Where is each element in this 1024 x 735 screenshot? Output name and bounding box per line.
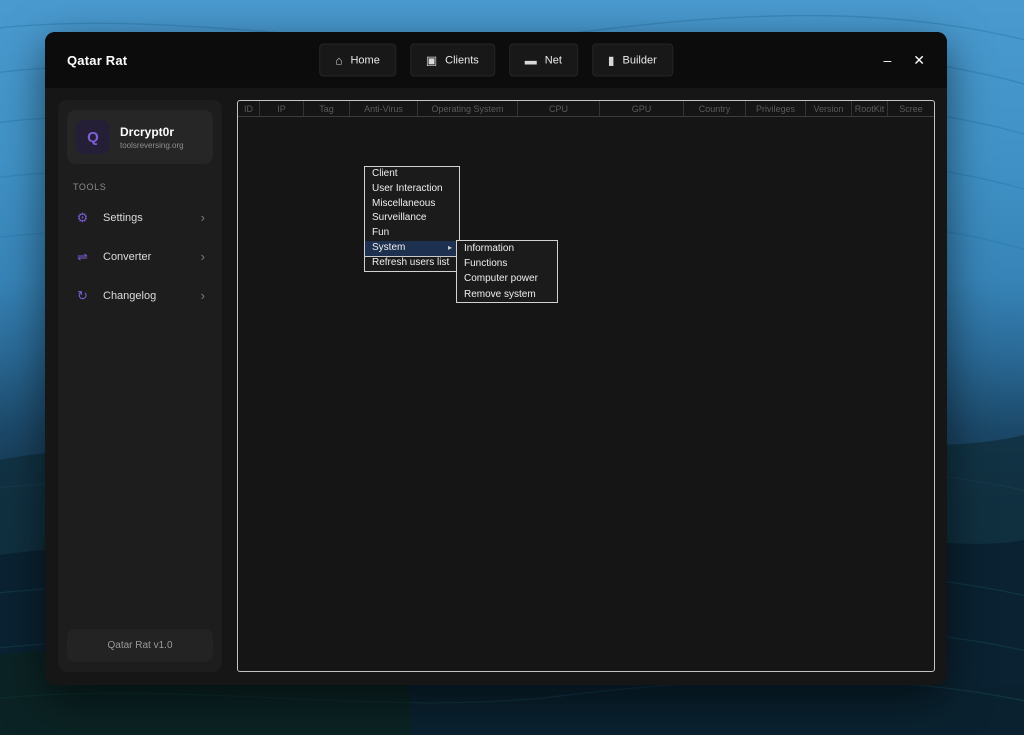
sidebar-item-label: Settings: [103, 212, 143, 224]
submenu-item-information[interactable]: Information: [457, 241, 557, 256]
clients-table: ID IP Tag Anti-Virus Operating System CP…: [237, 100, 935, 672]
avatar: Q: [76, 120, 110, 154]
close-button[interactable]: ✕: [913, 53, 925, 67]
column-header[interactable]: ID: [238, 101, 260, 116]
menu-item-fun[interactable]: Fun: [365, 226, 459, 241]
menu-item-label: Functions: [464, 256, 507, 271]
changelog-icon: ↻: [75, 289, 90, 302]
profile-subtitle: toolsreversing.org: [120, 141, 184, 150]
menu-item-user-interaction[interactable]: User Interaction: [365, 182, 459, 197]
menu-item-label: Refresh users list: [372, 256, 449, 271]
column-header[interactable]: GPU: [600, 101, 684, 116]
menu-item-label: Client: [372, 167, 398, 182]
column-header[interactable]: Anti-Virus: [350, 101, 418, 116]
table-header-row: ID IP Tag Anti-Virus Operating System CP…: [238, 101, 934, 117]
version-label: Qatar Rat v1.0: [67, 629, 213, 662]
menu-item-client[interactable]: Client: [365, 167, 459, 182]
menu-item-label: Miscellaneous: [372, 197, 435, 212]
menu-item-surveillance[interactable]: Surveillance: [365, 211, 459, 226]
sidebar-item-label: Changelog: [103, 290, 156, 302]
submenu-arrow-icon: ▸: [448, 241, 452, 256]
menu-item-label: Fun: [372, 226, 389, 241]
title-bar[interactable]: Qatar Rat ⌂ Home ▣ Clients ▬ Net ▮ Build…: [45, 32, 947, 88]
window-controls: – ✕: [883, 53, 925, 67]
menu-item-refresh-users[interactable]: Refresh users list: [365, 256, 459, 271]
submenu-item-computer-power[interactable]: Computer power: [457, 271, 557, 286]
column-header[interactable]: Tag: [304, 101, 350, 116]
system-submenu: Information Functions Computer power Rem…: [456, 240, 558, 303]
chevron-right-icon: ›: [201, 211, 205, 224]
top-nav: ⌂ Home ▣ Clients ▬ Net ▮ Builder: [319, 44, 673, 77]
menu-item-label: Information: [464, 241, 514, 256]
net-icon: ▬: [525, 54, 537, 66]
column-header[interactable]: IP: [260, 101, 304, 116]
builder-icon: ▮: [608, 54, 615, 66]
sidebar-item-settings[interactable]: ⚙ Settings ›: [67, 198, 213, 237]
column-header[interactable]: Country: [684, 101, 746, 116]
chevron-right-icon: ›: [201, 289, 205, 302]
menu-item-label: System: [372, 241, 405, 256]
profile-card[interactable]: Q Drcrypt0r toolsreversing.org: [67, 110, 213, 164]
menu-item-label: User Interaction: [372, 182, 443, 197]
nav-builder-button[interactable]: ▮ Builder: [592, 44, 673, 77]
menu-item-label: Computer power: [464, 271, 538, 286]
column-header[interactable]: Scree: [888, 101, 934, 116]
column-header[interactable]: CPU: [518, 101, 600, 116]
sidebar-item-changelog[interactable]: ↻ Changelog ›: [67, 276, 213, 315]
clients-table-body[interactable]: [238, 118, 934, 671]
tools-section-label: TOOLS: [73, 182, 207, 192]
nav-clients-label: Clients: [445, 54, 479, 66]
nav-home-button[interactable]: ⌂ Home: [319, 44, 396, 77]
home-icon: ⌂: [335, 54, 342, 66]
menu-item-label: Surveillance: [372, 211, 426, 226]
column-header[interactable]: Version: [806, 101, 852, 116]
column-header[interactable]: RootKit: [852, 101, 888, 116]
menu-item-label: Remove system: [464, 287, 536, 302]
profile-name: Drcrypt0r: [120, 125, 184, 139]
nav-clients-button[interactable]: ▣ Clients: [410, 44, 495, 77]
menu-item-miscellaneous[interactable]: Miscellaneous: [365, 197, 459, 212]
nav-home-label: Home: [350, 54, 379, 66]
converter-icon: ⇌: [75, 250, 90, 263]
submenu-item-functions[interactable]: Functions: [457, 256, 557, 271]
window-body: Q Drcrypt0r toolsreversing.org TOOLS ⚙ S…: [45, 88, 947, 685]
column-header[interactable]: Operating System: [418, 101, 518, 116]
app-title: Qatar Rat: [67, 53, 127, 68]
nav-builder-label: Builder: [623, 54, 657, 66]
nav-net-label: Net: [545, 54, 562, 66]
context-menu: Client User Interaction Miscellaneous Su…: [364, 166, 460, 272]
sidebar-item-converter[interactable]: ⇌ Converter ›: [67, 237, 213, 276]
column-header[interactable]: Privileges: [746, 101, 806, 116]
minimize-button[interactable]: –: [883, 53, 891, 67]
chevron-right-icon: ›: [201, 250, 205, 263]
gear-icon: ⚙: [75, 211, 90, 224]
clients-icon: ▣: [426, 54, 437, 66]
nav-net-button[interactable]: ▬ Net: [509, 44, 578, 77]
profile-info: Drcrypt0r toolsreversing.org: [120, 125, 184, 150]
submenu-item-remove-system[interactable]: Remove system: [457, 287, 557, 302]
sidebar: Q Drcrypt0r toolsreversing.org TOOLS ⚙ S…: [58, 100, 222, 672]
desktop: Qatar Rat ⌂ Home ▣ Clients ▬ Net ▮ Build…: [0, 0, 1024, 735]
sidebar-item-label: Converter: [103, 251, 151, 263]
app-window: Qatar Rat ⌂ Home ▣ Clients ▬ Net ▮ Build…: [45, 32, 947, 685]
menu-item-system[interactable]: System ▸: [365, 241, 459, 256]
